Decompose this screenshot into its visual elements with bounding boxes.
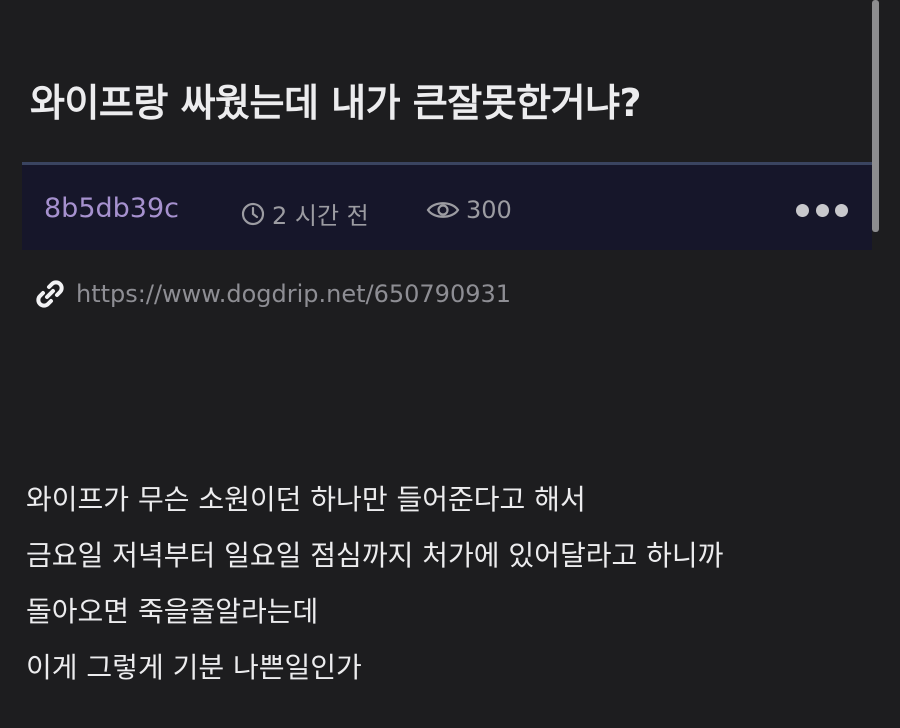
post-page: 와이프랑 싸웠는데 내가 큰잘못한거냐? 8b5db39c 2 시간 전 300 — [0, 0, 900, 728]
post-body: 와이프가 무슨 소원이던 하나만 들어준다고 해서 금요일 저녁부터 일요일 점… — [26, 478, 723, 702]
body-line: 금요일 저녁부터 일요일 점심까지 처가에 있어달라고 하니까 — [26, 539, 724, 572]
link-icon — [36, 280, 64, 308]
author-name[interactable]: 8b5db39c — [44, 193, 179, 224]
post-time: 2 시간 전 — [240, 196, 369, 231]
post-time-label: 2 시간 전 — [272, 202, 369, 230]
body-line: 와이프가 무슨 소원이던 하나만 들어준다고 해서 — [26, 483, 586, 516]
post-title: 와이프랑 싸웠는데 내가 큰잘못한거냐? — [30, 81, 642, 125]
body-line: 돌아오면 죽을줄알라는데 — [26, 595, 319, 628]
more-options-button[interactable] — [796, 202, 848, 218]
more-dots-icon — [796, 203, 809, 217]
eye-icon — [426, 202, 460, 218]
source-url: https://www.dogdrip.net/650790931 — [76, 280, 512, 308]
source-link[interactable]: https://www.dogdrip.net/650790931 — [34, 278, 511, 310]
post-views-count: 300 — [466, 196, 512, 224]
post-views: 300 — [426, 196, 512, 224]
scrollbar[interactable] — [872, 0, 879, 232]
post-meta-bar: 8b5db39c 2 시간 전 300 — [22, 162, 872, 250]
clock-icon — [241, 202, 265, 225]
body-line: 이게 그렇게 기분 나쁜일인가 — [26, 651, 362, 684]
